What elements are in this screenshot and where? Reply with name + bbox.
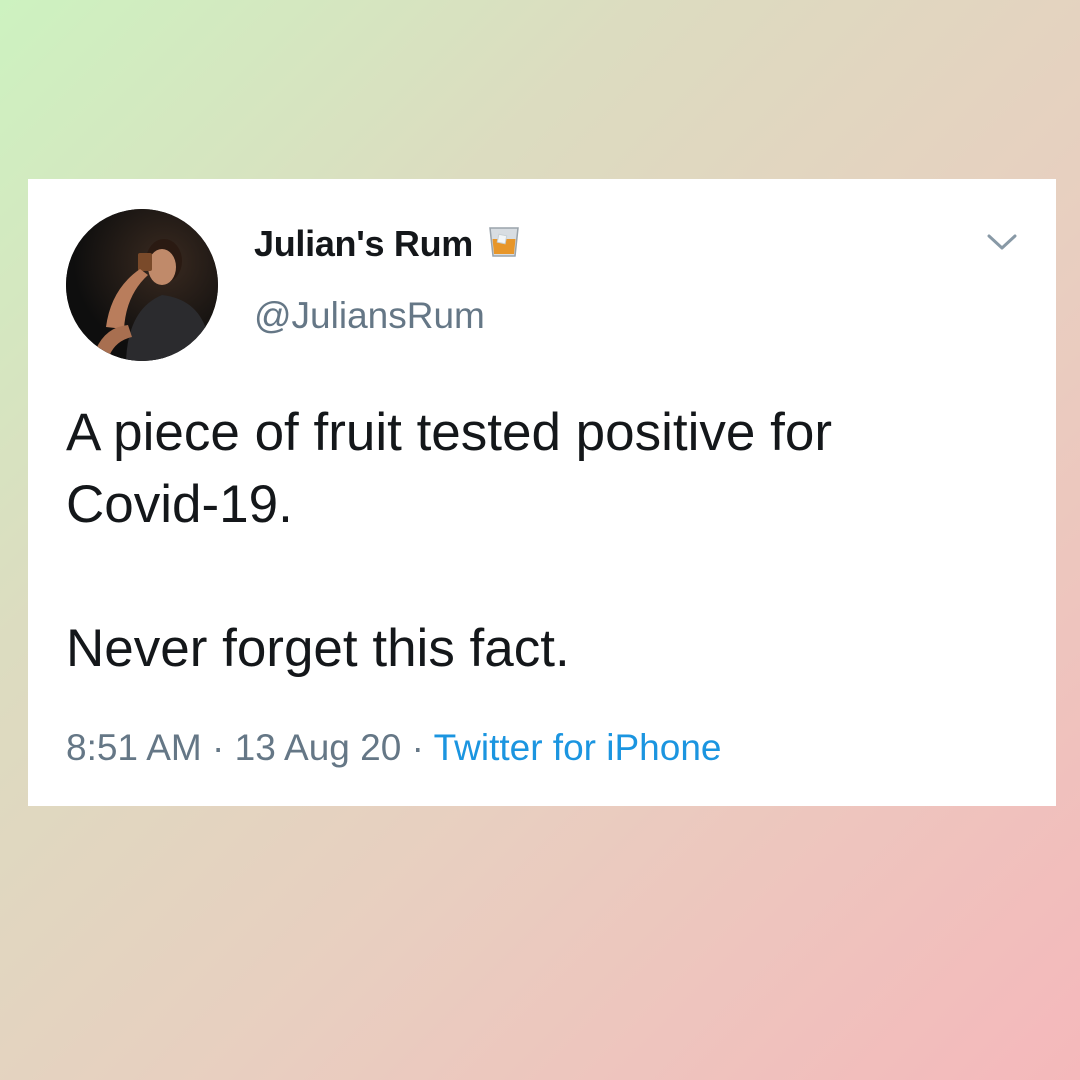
avatar[interactable] xyxy=(66,209,218,361)
meta-separator: · xyxy=(411,727,424,768)
chevron-down-icon[interactable] xyxy=(984,229,1020,255)
tweet-time[interactable]: 8:51 AM xyxy=(66,727,202,768)
tweet-date[interactable]: 13 Aug 20 xyxy=(235,727,402,768)
tweet-text-blank-line xyxy=(66,541,1026,613)
tweet-card: Julian's Rum @JuliansRum A piece of frui… xyxy=(28,179,1056,806)
tumbler-glass-icon xyxy=(487,225,521,264)
tweet-text-line: Never forget this fact. xyxy=(66,619,570,678)
avatar-photo xyxy=(66,209,218,361)
tweet-text-line: A piece of fruit tested positive for xyxy=(66,403,832,462)
display-name-row: Julian's Rum xyxy=(254,223,521,265)
tweet-text-line: Covid-19. xyxy=(66,475,293,534)
tweet-meta: 8:51 AM · 13 Aug 20 · Twitter for iPhone xyxy=(66,727,721,769)
display-name[interactable]: Julian's Rum xyxy=(254,223,473,265)
meta-separator: · xyxy=(212,727,225,768)
tweet-text: A piece of fruit tested positive for Cov… xyxy=(66,397,1026,685)
user-handle[interactable]: @JuliansRum xyxy=(254,295,485,337)
tweet-source-link[interactable]: Twitter for iPhone xyxy=(434,727,722,768)
